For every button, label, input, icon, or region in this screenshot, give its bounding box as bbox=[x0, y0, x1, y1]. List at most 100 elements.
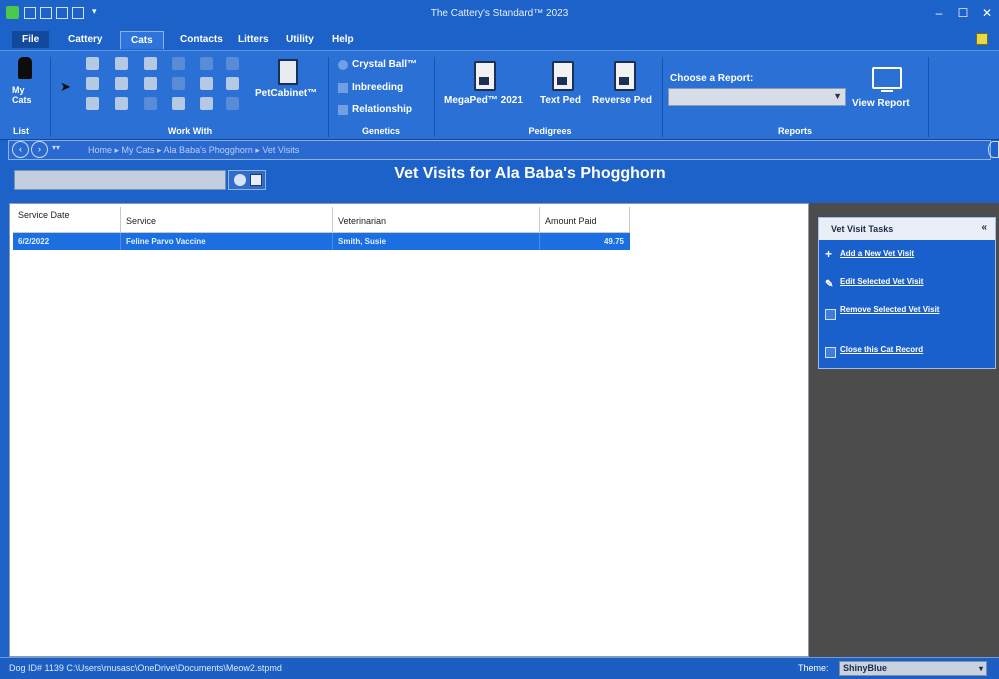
chevron-down-icon: ▾ bbox=[978, 664, 983, 673]
genetics-group-label: Genetics bbox=[361, 126, 401, 136]
relationship-icon bbox=[338, 105, 348, 115]
search-icon bbox=[234, 174, 246, 186]
tasks-header: Vet Visit Tasks « bbox=[819, 218, 995, 240]
work-icon-5[interactable] bbox=[200, 57, 213, 70]
window-title: The Cattery's Standard™ 2023 bbox=[430, 8, 569, 19]
menu-file[interactable]: File bbox=[12, 31, 50, 48]
add-vet-visit-label: Add a New Vet Visit bbox=[840, 249, 915, 258]
trophy-icon[interactable] bbox=[144, 57, 157, 70]
vet-visit-tasks-panel: Vet Visit Tasks « + Add a New Vet Visit … bbox=[818, 217, 996, 369]
view-report-button[interactable]: View Report bbox=[850, 65, 924, 117]
reverse-ped-button[interactable]: Reverse Ped bbox=[590, 61, 662, 113]
crystal-ball-label: Crystal Ball™ bbox=[352, 59, 418, 70]
status-text: Dog ID# 1139 C:\Users\musasc\OneDrive\Do… bbox=[9, 663, 282, 673]
vet-visits-grid: Service Date Service Veterinarian Amount… bbox=[9, 203, 809, 657]
relationship-label: Relationship bbox=[352, 104, 413, 115]
my-cats-button[interactable]: My Cats bbox=[10, 55, 42, 119]
column-header-service[interactable]: Service bbox=[121, 207, 333, 233]
breadcrumb[interactable]: Home ▸ My Cats ▸ Ala Baba's Phogghorn ▸ … bbox=[88, 145, 299, 156]
ribbon: My Cats List ➤ Work With PetCabinet™ Cry… bbox=[0, 50, 999, 140]
menu-litters[interactable]: Litters bbox=[228, 31, 279, 48]
cell-amount-paid: 49.75 bbox=[603, 237, 624, 246]
help-icon[interactable] bbox=[976, 33, 988, 45]
theme-select[interactable]: ShinyBlue ▾ bbox=[839, 661, 987, 676]
work-icon-14[interactable] bbox=[115, 97, 128, 110]
crystal-ball-button[interactable]: Crystal Ball™ bbox=[338, 59, 424, 73]
cell-service: Feline Parvo Vaccine bbox=[121, 233, 333, 250]
tasks-title: Vet Visit Tasks bbox=[831, 224, 894, 234]
work-icon-2[interactable] bbox=[115, 57, 128, 70]
maximize-button[interactable]: ☐ bbox=[954, 4, 972, 22]
pet-cabinet-button[interactable]: PetCabinet™ bbox=[252, 57, 334, 107]
search-button[interactable] bbox=[228, 170, 266, 190]
menu-cattery[interactable]: Cattery bbox=[58, 31, 112, 48]
binoculars-icon bbox=[250, 174, 262, 186]
cell-service-date: 6/2/2022 bbox=[13, 233, 121, 250]
edit-vet-visit-link[interactable]: ✎ Edit Selected Vet Visit bbox=[825, 277, 991, 290]
edit-icon[interactable] bbox=[200, 77, 213, 90]
text-ped-button[interactable]: Text Ped bbox=[538, 61, 588, 113]
work-icon-17[interactable] bbox=[200, 97, 213, 110]
close-cat-record-link[interactable]: Close this Cat Record bbox=[825, 345, 991, 358]
delete-icon bbox=[825, 309, 836, 320]
choose-report-label: Choose a Report: bbox=[670, 73, 754, 84]
cat-icon bbox=[18, 57, 32, 79]
reverse-ped-label: Reverse Ped bbox=[592, 95, 653, 106]
monitor-icon bbox=[872, 67, 902, 89]
work-icon-13[interactable] bbox=[86, 97, 99, 110]
cabinet-icon bbox=[278, 59, 298, 85]
plus-icon: + bbox=[825, 247, 833, 261]
close-record-icon bbox=[825, 347, 836, 358]
work-icon-10[interactable] bbox=[172, 77, 185, 90]
column-header-amount-paid[interactable]: Amount Paid bbox=[540, 207, 630, 233]
collapse-icon[interactable]: « bbox=[981, 222, 987, 233]
column-header-service-date[interactable]: Service Date bbox=[13, 207, 121, 233]
crystal-ball-icon bbox=[338, 60, 348, 70]
work-icon-4[interactable] bbox=[172, 57, 185, 70]
inbreeding-button[interactable]: Inbreeding bbox=[338, 82, 424, 96]
heart-icon[interactable] bbox=[172, 97, 185, 110]
reports-group-label: Reports bbox=[777, 126, 812, 136]
work-icon-8[interactable] bbox=[115, 77, 128, 90]
work-icon-15[interactable] bbox=[144, 97, 157, 110]
text-ped-label: Text Ped bbox=[540, 95, 581, 106]
close-button[interactable]: ✕ bbox=[978, 4, 996, 22]
close-cat-record-label: Close this Cat Record bbox=[840, 345, 924, 354]
pointer-icon[interactable]: ➤ bbox=[60, 79, 71, 95]
nav-refresh-icon[interactable] bbox=[988, 141, 999, 158]
pedigrees-group-label: Pedigrees bbox=[528, 126, 572, 136]
pencil-icon: ✎ bbox=[825, 279, 834, 290]
megaped-button[interactable]: MegaPed™ 2021 bbox=[442, 61, 526, 113]
report-select[interactable]: ▼ bbox=[668, 88, 846, 106]
page-title: Vet Visits for Ala Baba's Phogghorn bbox=[394, 165, 666, 182]
work-icon-12[interactable] bbox=[226, 77, 239, 90]
work-icon-7[interactable] bbox=[86, 77, 99, 90]
add-vet-visit-link[interactable]: + Add a New Vet Visit bbox=[825, 247, 991, 261]
view-report-label: View Report bbox=[852, 98, 910, 109]
inbreeding-label: Inbreeding bbox=[352, 82, 404, 93]
menu-utility[interactable]: Utility bbox=[276, 31, 324, 48]
menu-cats[interactable]: Cats bbox=[120, 31, 164, 49]
edit-vet-visit-label: Edit Selected Vet Visit bbox=[840, 277, 924, 286]
cell-veterinarian: Smith, Susie bbox=[333, 233, 540, 250]
table-row[interactable]: 6/2/2022 Feline Parvo Vaccine Smith, Sus… bbox=[13, 233, 630, 250]
column-header-veterinarian[interactable]: Veterinarian bbox=[333, 207, 540, 233]
history-dropdown-icon[interactable]: ▾▾ bbox=[52, 143, 60, 152]
menu-contacts[interactable]: Contacts bbox=[170, 31, 233, 48]
work-icon-6[interactable] bbox=[226, 57, 239, 70]
minimize-button[interactable]: – bbox=[930, 4, 948, 22]
search-input[interactable] bbox=[14, 170, 226, 190]
title-bar: ▾ The Cattery's Standard™ 2023 – ☐ ✕ bbox=[0, 0, 999, 28]
back-arrow-icon[interactable]: ‹ bbox=[12, 141, 29, 158]
remove-vet-visit-link[interactable]: Remove Selected Vet Visit bbox=[825, 305, 991, 327]
work-with-group-label: Work With bbox=[167, 126, 213, 136]
menu-help[interactable]: Help bbox=[322, 31, 364, 48]
menu-bar: File Cattery Cats Contacts Litters Utili… bbox=[0, 28, 999, 50]
work-icon-9[interactable] bbox=[144, 77, 157, 90]
forward-arrow-icon[interactable]: › bbox=[31, 141, 48, 158]
work-icon-18[interactable] bbox=[226, 97, 239, 110]
work-icon-1[interactable] bbox=[86, 57, 99, 70]
reverse-ped-icon bbox=[614, 61, 636, 91]
text-ped-icon bbox=[552, 61, 574, 91]
relationship-button[interactable]: Relationship bbox=[338, 104, 424, 118]
